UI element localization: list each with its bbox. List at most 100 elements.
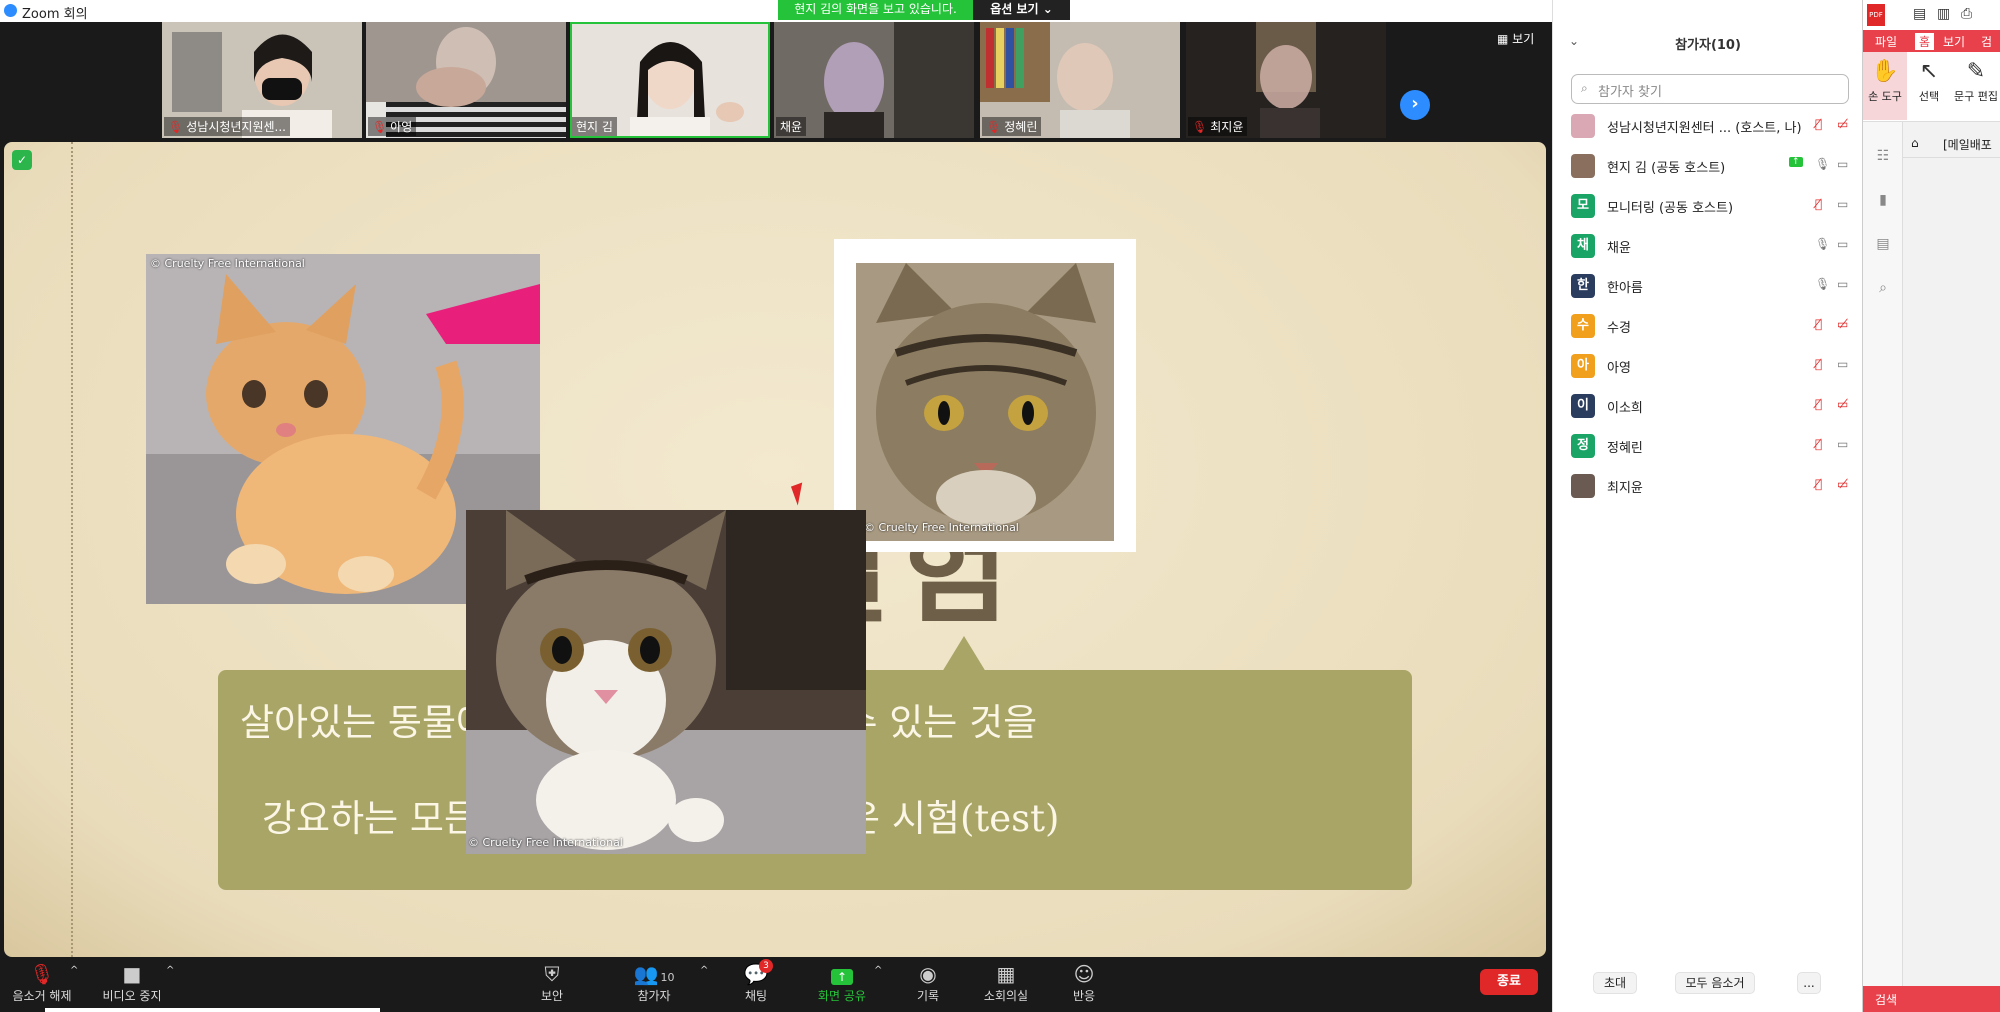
menu-view[interactable]: 보기 [1943,33,1965,50]
camera-icon[interactable]: ▭ [1837,197,1848,211]
participant-row[interactable]: 모 모니터링 (공동 호스트) 🎙̸ ▭ [1571,192,1861,222]
grid-icon: ▦ [996,962,1016,986]
participant-row[interactable]: 한 한아름 🎙 ▭ [1571,272,1861,302]
participant-row[interactable]: 아 아영 🎙̸ ▭ [1571,352,1861,382]
hand-tool-button[interactable]: ✋ 손 도구 [1863,52,1907,120]
presentation-slide: ✓ 동물실험 살아있는 동물에게 지속적인 해를 끼칠 수 있는 것을 강요하는… [4,142,1546,957]
participant-search-input[interactable]: ⌕ 참가자 찾기 [1571,74,1849,104]
smiley-icon: ☺ [1073,962,1095,986]
avatar: 아 [1571,354,1595,378]
video-tile[interactable]: 🎙 아영 [366,22,566,138]
shared-screen: ✓ 동물실험 살아있는 동물에게 지속적인 해를 끼칠 수 있는 것을 강요하는… [0,140,1552,957]
tabby-cat-image [856,263,1114,541]
menu-home[interactable]: 홈 [1915,33,1935,50]
breakout-rooms-button[interactable]: ▦ 소회의실 [966,961,1046,1004]
active-speaker-tile[interactable]: 현지 김 [570,22,770,138]
thumbnails-icon[interactable]: ☷ [1875,148,1891,164]
security-button[interactable]: ⛨ 보안 [512,961,592,1004]
camera-off-icon[interactable]: ▭̸ [1837,317,1848,331]
share-options-caret[interactable]: ^ [874,965,882,976]
participant-row[interactable]: 채 채윤 🎙 ▭ [1571,232,1861,262]
select-cursor-icon: ↖ [1919,59,1939,84]
camera-icon[interactable]: ▭ [1837,277,1848,291]
pdf-search-bar[interactable]: 검색 [1863,986,2000,1012]
participant-name: 🎙 성남시청년지원센... [164,117,290,136]
mic-icon[interactable]: 🎙 [1815,277,1830,291]
mic-muted-icon[interactable]: 🎙̸ [1815,397,1822,411]
mute-all-button[interactable]: 모두 음소거 [1675,972,1755,994]
edit-text-button[interactable]: ✎ 문구 편집 [1951,52,2000,120]
participant-row[interactable]: 정 정혜린 🎙̸ ▭ [1571,432,1861,462]
stop-video-button[interactable]: ■ 비디오 중지 [92,961,172,1004]
document-tab[interactable]: [메일배포 [1943,136,1992,153]
pdf-ribbon: ✋ 손 도구 ↖ 선택 ✎ 문구 편집 [1863,52,2000,122]
comments-icon[interactable]: ▤ [1875,236,1891,252]
zoom-meeting-window: Zoom 회의 — ❐ ✕ 현지 김의 화면을 보고 있습니다. 옵션 보기 ⌄… [0,0,2000,1012]
more-options-button[interactable]: ... [1797,972,1821,994]
video-tile[interactable]: 채윤 [774,22,974,138]
camera-icon[interactable]: ▭ [1837,237,1848,251]
camera-icon[interactable]: ▭ [1837,157,1848,171]
participant-name: 🎙 최지윤 [1188,117,1248,136]
save-icon[interactable]: ▥ [1937,6,1950,22]
record-icon: ◉ [919,962,937,986]
photo-credit: © Cruelty Free International [864,521,1019,534]
participants-options-caret[interactable]: ^ [700,965,708,976]
participant-row[interactable]: 성남시청년지원센터 ... (호스트, 나) 🎙̸ ▭̸ [1571,112,1861,142]
participants-button[interactable]: 👥 10 참가자 [614,961,694,1004]
gallery-view-button[interactable]: ▦ 보기 [1497,30,1534,47]
search-icon[interactable]: ⌕ [1875,280,1891,296]
video-camera-icon: ■ [122,962,142,986]
print-icon[interactable]: ⎙ [1961,6,1972,22]
open-folder-icon[interactable]: ▤ [1913,6,1926,22]
mic-muted-icon[interactable]: 🎙̸ [1815,437,1822,451]
chat-button[interactable]: 💬 채팅 [716,961,796,1004]
participants-panel: ⌄ 참가자(10) ⌕ 참가자 찾기 성남시청년지원센터 ... (호스트, 나… [1552,0,1904,1012]
menu-file[interactable]: 파일 [1875,33,1897,50]
mic-muted-icon[interactable]: 🎙̸ [1815,477,1822,491]
menu-more[interactable]: 검 [1981,33,1992,50]
participant-name: 이소희 [1607,401,1643,416]
mic-icon[interactable]: 🎙 [1815,237,1830,251]
invite-button[interactable]: 초대 [1593,972,1637,994]
participant-row[interactable]: 현지 김 (공동 호스트) ↑ 🎙 ▭ [1571,152,1861,182]
participant-row[interactable]: 최지윤 🎙̸ ▭̸ [1571,472,1861,502]
reactions-button[interactable]: ☺ 반응 [1044,961,1124,1004]
mic-icon[interactable]: 🎙 [1815,157,1830,171]
video-tile[interactable]: 🎙 최지윤 [1186,22,1386,138]
audio-options-caret[interactable]: ^ [70,965,78,976]
camera-off-icon[interactable]: ▭̸ [1837,477,1848,491]
next-page-icon[interactable]: › [1400,90,1430,120]
camera-off-icon[interactable]: ▭̸ [1837,397,1848,411]
mic-muted-icon: 🎙 [168,120,184,134]
tabby-cat-photo: © Cruelty Free International [834,239,1136,552]
end-meeting-button[interactable]: 종료 [1480,969,1538,995]
video-options-caret[interactable]: ^ [166,965,174,976]
mic-muted-icon[interactable]: 🎙̸ [1815,317,1822,331]
white-kitten-image [466,510,866,854]
participant-row[interactable]: 수 수경 🎙̸ ▭̸ [1571,312,1861,342]
home-tab-icon[interactable]: ⌂ [1911,136,1919,150]
mic-muted-icon[interactable]: 🎙̸ [1815,117,1822,131]
bookmark-icon[interactable]: ▮ [1875,192,1891,208]
mic-muted-icon[interactable]: 🎙̸ [1815,357,1822,371]
camera-off-icon[interactable]: ▭̸ [1837,117,1848,131]
encryption-shield-icon[interactable]: ✓ [12,150,32,170]
sharing-banner: 현지 김의 화면을 보고 있습니다. [778,0,973,20]
avatar: 한 [1571,274,1595,298]
record-button[interactable]: ◉ 기록 [888,961,968,1004]
mic-muted-icon[interactable]: 🎙̸ [1815,197,1822,211]
participant-name: 모니터링 (공동 호스트) [1607,201,1734,216]
video-tile[interactable]: 🎙 성남시청년지원센... [162,22,362,138]
taskbar-indicator [45,1008,380,1012]
pdf-titlebar: PDF ▤ ▥ ⎙ [1863,0,2000,30]
participant-row[interactable]: 이 이소희 🎙̸ ▭̸ [1571,392,1861,422]
view-options-button[interactable]: 옵션 보기 ⌄ [973,0,1070,20]
meeting-toolbar: 🎙 음소거 해제 ^ ■ 비디오 중지 ^ ⛨ 보안 👥 10 참가자 ^ 💬 채… [0,957,1552,1012]
mic-muted-icon: 🎙 [1192,120,1208,134]
select-tool-button[interactable]: ↖ 선택 [1907,52,1951,120]
camera-icon[interactable]: ▭ [1837,437,1848,451]
share-screen-button[interactable]: ↑ 화면 공유 [802,961,882,1004]
camera-icon[interactable]: ▭ [1837,357,1848,371]
video-tile[interactable]: 🎙 정혜린 [980,22,1180,138]
